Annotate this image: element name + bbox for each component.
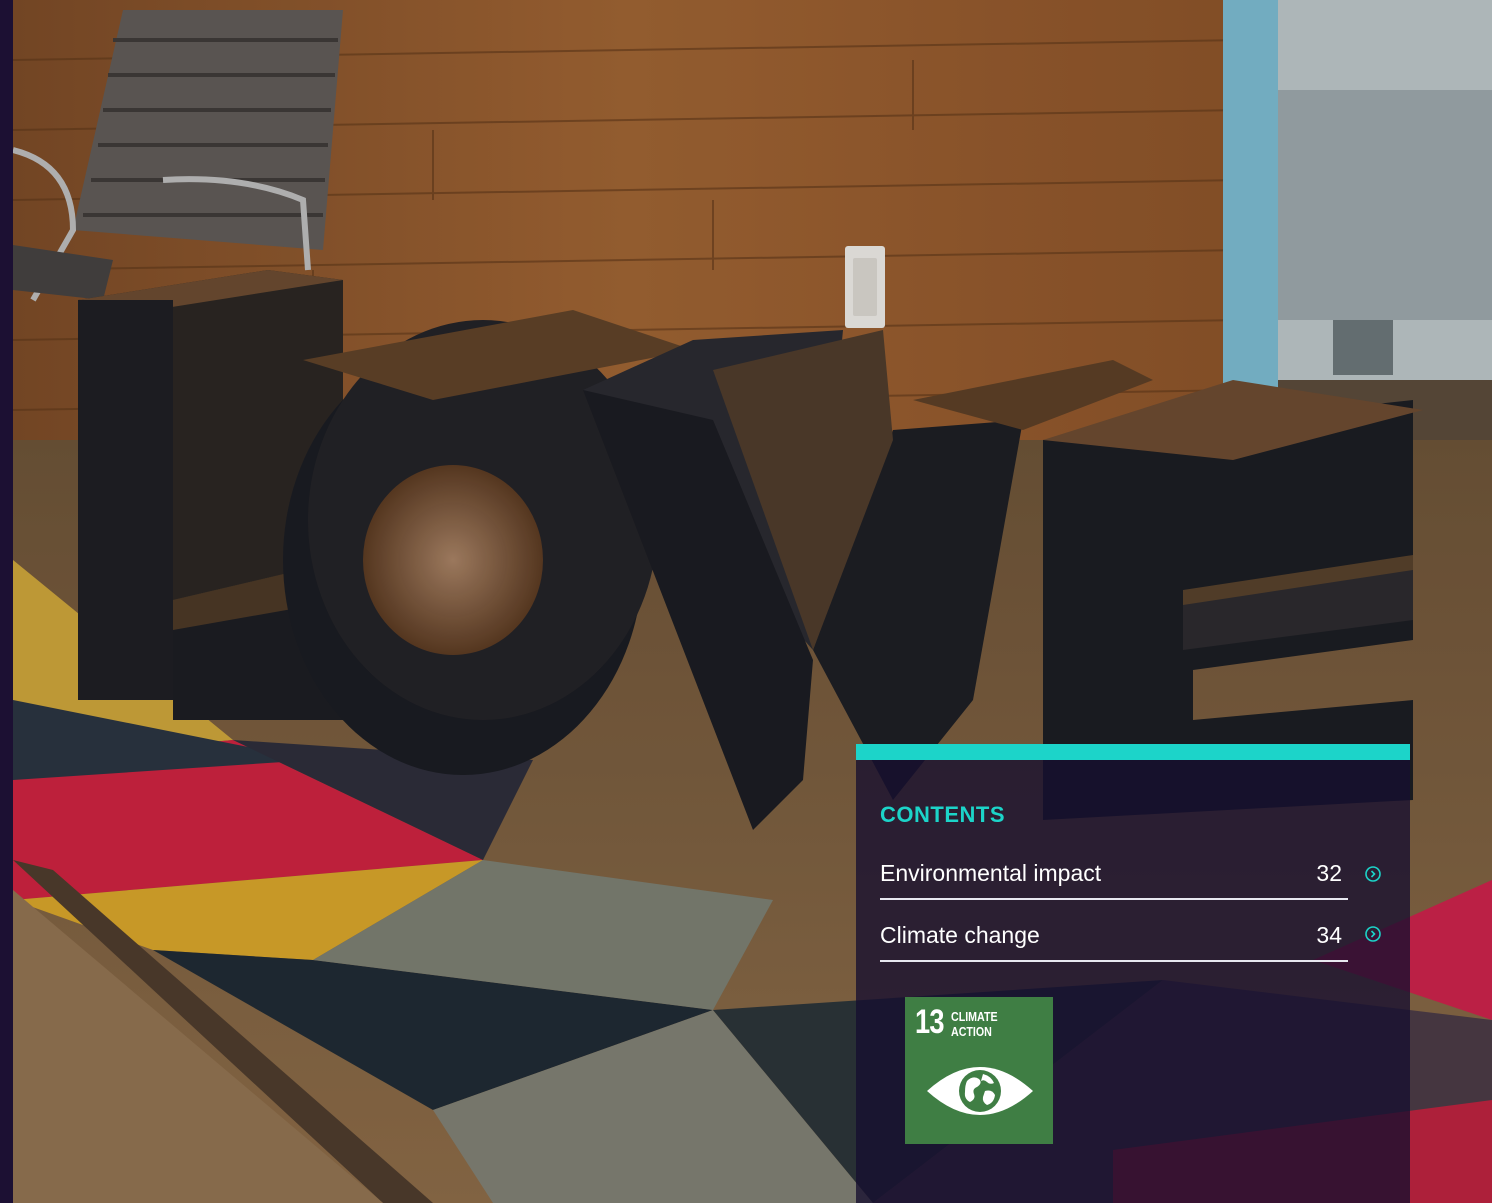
sdg-number: 13 — [915, 1003, 944, 1041]
toc-item-label: Environmental impact — [880, 860, 1102, 886]
sdg-title: CLIMATE ACTION — [951, 1009, 998, 1039]
toc-item-page: 32 — [1316, 860, 1342, 886]
contents-heading: CONTENTS — [880, 802, 1005, 827]
toc-item-environmental-impact[interactable]: Environmental impact 32 — [880, 854, 1348, 900]
contents-accent-bar — [856, 744, 1410, 760]
toc-item-page: 34 — [1316, 922, 1342, 948]
circle-chevron-right-icon[interactable] — [1364, 865, 1382, 883]
toc-item-climate-change[interactable]: Climate change 34 — [880, 916, 1348, 962]
contents-panel: CONTENTS Environmental impact 32 Climate… — [856, 744, 1410, 1203]
toc-item-label: Climate change — [880, 922, 1040, 948]
eye-globe-icon — [927, 1067, 1033, 1115]
sdg-title-line2: ACTION — [951, 1024, 992, 1039]
left-edge-strip — [0, 0, 13, 1203]
report-page: CONTENTS Environmental impact 32 Climate… — [0, 0, 1492, 1203]
sdg-13-climate-action-badge: 13 CLIMATE ACTION — [905, 997, 1053, 1144]
sdg-title-line1: CLIMATE — [951, 1009, 998, 1024]
circle-chevron-right-icon[interactable] — [1364, 925, 1382, 943]
